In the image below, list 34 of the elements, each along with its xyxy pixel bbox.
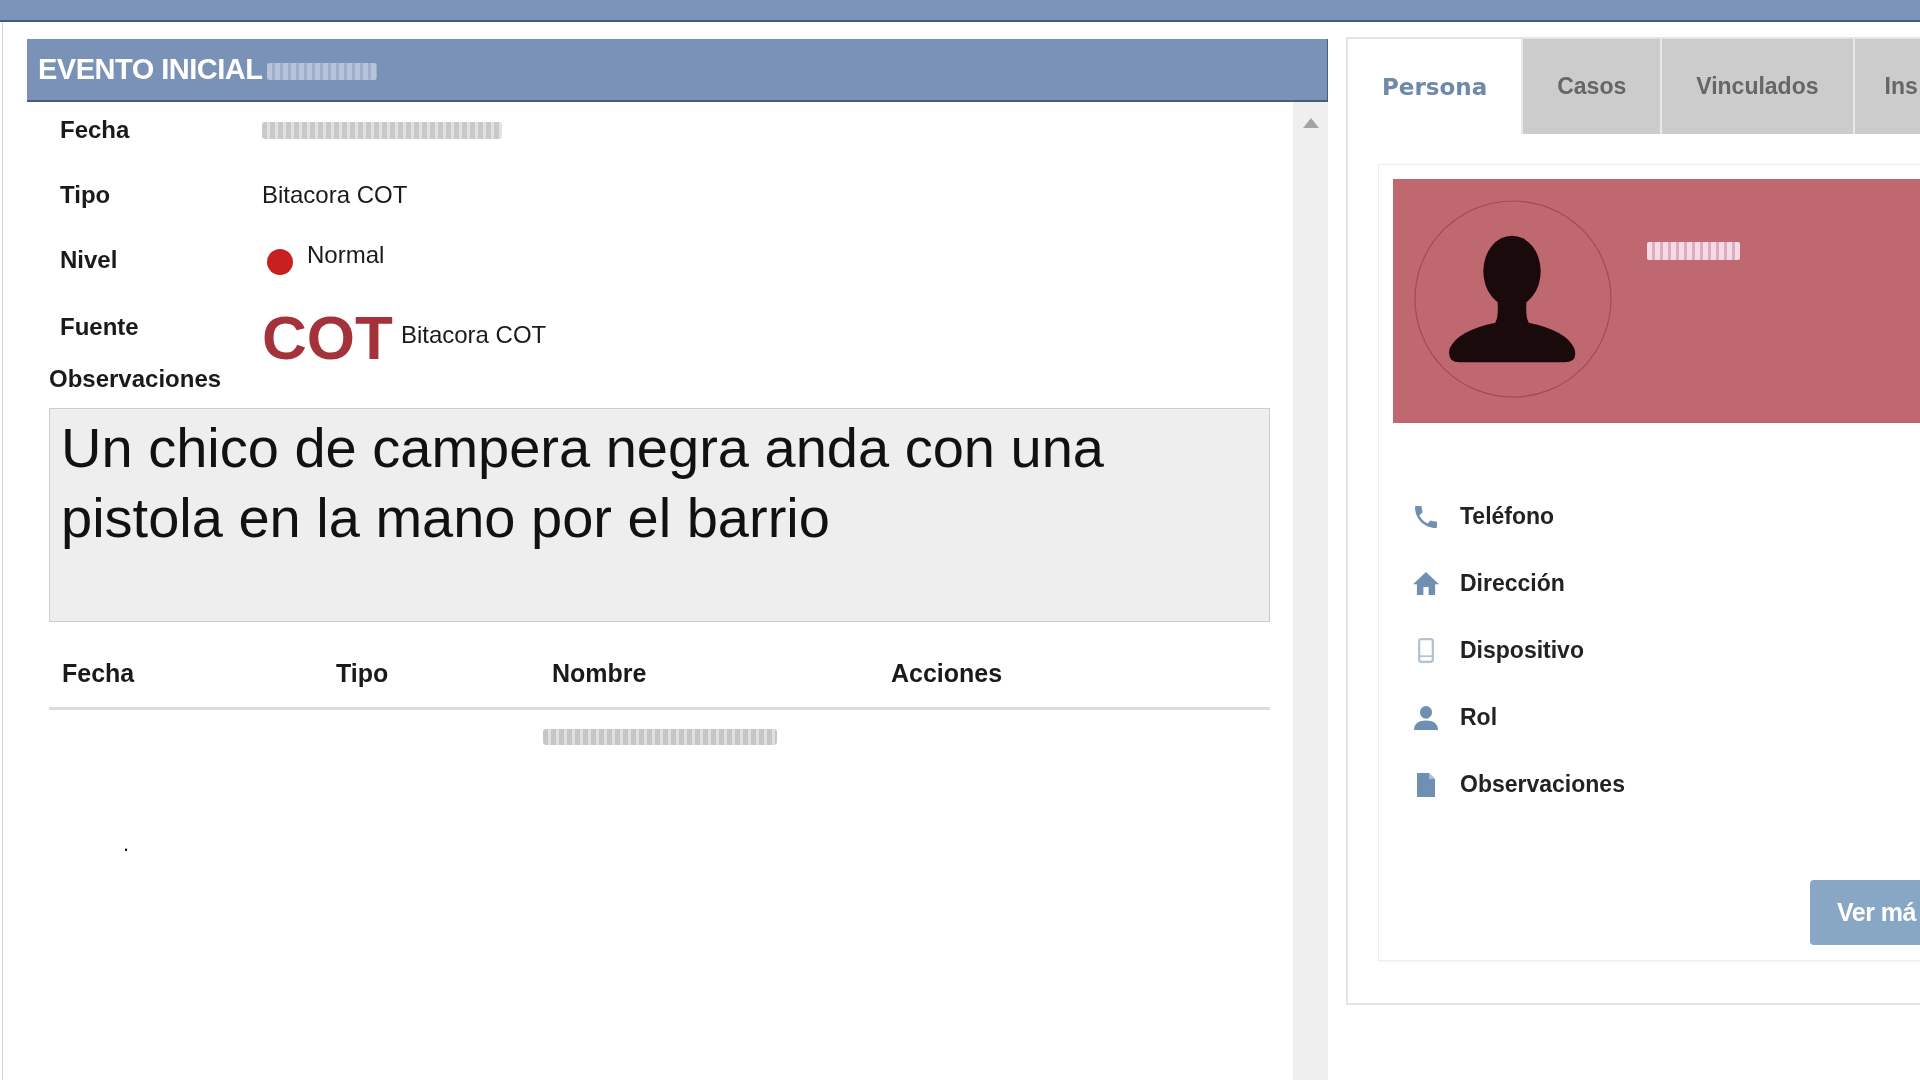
column-header: Acciones — [891, 659, 1003, 688]
mobile-phone-icon — [1418, 638, 1434, 663]
detail-label: Dispositivo — [1460, 637, 1584, 664]
user-icon — [1414, 705, 1438, 730]
tab[interactable]: Vinculados — [1662, 39, 1853, 134]
field-label: Tipo — [60, 180, 111, 210]
field-value: Normal — [307, 240, 385, 270]
column-header: Tipo — [336, 659, 389, 688]
tab[interactable]: Ins — [1854, 39, 1920, 134]
field-label: Fuente — [60, 312, 139, 342]
field-label: Fecha — [60, 115, 130, 145]
source-logo: COT — [262, 310, 393, 365]
phone-icon — [1415, 505, 1437, 528]
field-label: Nivel — [60, 245, 118, 275]
field-label: Observaciones — [49, 364, 222, 394]
detail-label: Teléfono — [1460, 503, 1555, 530]
detail-label: Observaciones — [1460, 771, 1625, 798]
tab[interactable]: Casos — [1523, 39, 1661, 134]
field-value: Bitacora COT — [400, 320, 547, 350]
column-header: Fecha — [62, 659, 135, 688]
field-value: Bitacora COT — [262, 180, 408, 210]
stray-mark: . — [123, 832, 130, 856]
scroll-up-arrow-icon[interactable] — [1302, 118, 1319, 128]
column-header: Nombre — [552, 659, 647, 688]
observations-field[interactable]: Un chico de campera negra anda con una pistola en la mano por el barrio — [49, 408, 1270, 622]
tab[interactable]: Persona — [1348, 39, 1522, 134]
detail-label: Rol — [1460, 704, 1498, 731]
scrollbar[interactable] — [1293, 102, 1328, 1080]
detail-label: Dirección — [1460, 570, 1565, 597]
home-icon — [1413, 572, 1439, 595]
avatar-icon — [1414, 200, 1612, 398]
panel-title: EVENTO INICIAL — [38, 53, 263, 86]
more-button[interactable]: Ver má — [1810, 880, 1920, 945]
document-icon — [1417, 772, 1435, 797]
